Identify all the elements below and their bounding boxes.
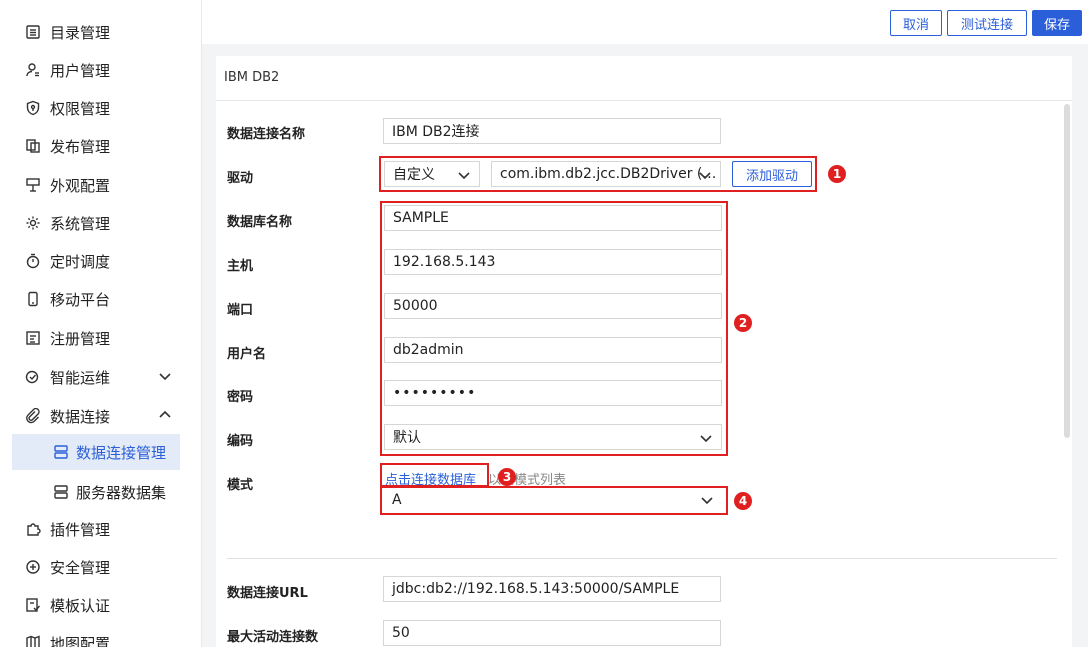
host-label: 主机 [227,259,254,274]
sidebar-item-security[interactable]: 安全管理 [0,549,202,585]
annotation-badge-3: 3 [498,468,516,486]
annotation-badge-4: 4 [734,492,752,510]
save-button[interactable]: 保存 [1032,10,1082,36]
sidebar-item-label: 目录管理 [50,23,111,42]
sidebar-item-label: 安全管理 [50,558,111,577]
database-icon [52,443,70,461]
driver-label: 驱动 [227,171,254,186]
password-label: 密码 [227,390,254,405]
sidebar-item-label: 数据连接 [50,407,111,426]
encoding-label: 编码 [227,434,254,449]
sidebar-item-label: 移动平台 [50,290,111,309]
conn-name-input[interactable]: IBM DB2连接 [383,118,721,144]
sidebar-item-label: 用户管理 [50,61,111,80]
chevron-down-icon [158,369,174,385]
sidebar-item-catalog[interactable]: 目录管理 [0,14,202,50]
copy-icon [24,137,42,155]
sidebar-subitem-server-dataset[interactable]: 服务器数据集 [12,474,180,510]
sidebar-item-map[interactable]: 地图配置 [0,625,202,647]
layout-icon [24,176,42,194]
test-connection-button[interactable]: 测试连接 [947,10,1027,36]
sidebar-subitem-label: 服务器数据集 [76,483,167,502]
annotation-box-1 [379,156,817,192]
sidebar-item-label: 权限管理 [50,99,111,118]
sidebar-subitem-connection-manage[interactable]: 数据连接管理 [12,434,180,470]
sidebar-item-data-connection[interactable]: 数据连接 [0,398,202,434]
annotation-badge-2: 2 [734,314,752,332]
conn-name-label: 数据连接名称 [227,127,306,142]
port-label: 端口 [227,303,254,318]
max-active-input[interactable]: 50 [383,620,721,646]
sidebar-item-ops[interactable]: 智能运维 [0,359,202,395]
sidebar-item-label: 定时调度 [50,252,111,271]
url-input[interactable]: jdbc:db2://192.168.5.143:50000/SAMPLE [383,576,721,602]
url-label: 数据连接URL [227,586,308,601]
sidebar-item-schedule[interactable]: 定时调度 [0,243,202,279]
section-divider [227,558,1057,559]
sidebar-item-template-auth[interactable]: 模板认证 [0,587,202,623]
sidebar-item-label: 智能运维 [50,368,111,387]
sidebar-item-label: 系统管理 [50,214,111,233]
sidebar-item-permissions[interactable]: 权限管理 [0,90,202,126]
db-name-label: 数据库名称 [227,215,293,230]
sidebar-item-appearance[interactable]: 外观配置 [0,167,202,203]
scrollbar[interactable] [1064,104,1070,438]
annotation-badge-1: 1 [828,165,846,183]
main-area: 取消 测试连接 保存 IBM DB2 数据连接名称 IBM DB2连接 驱动 自… [202,0,1088,647]
timer-icon [24,252,42,270]
toolbar: 取消 测试连接 保存 [202,0,1088,44]
sidebar-subitem-label: 数据连接管理 [76,443,167,462]
sidebar-item-plugins[interactable]: 插件管理 [0,511,202,547]
ops-icon [24,368,42,386]
user-icon [24,61,42,79]
link-icon [24,407,42,425]
max-active-label: 最大活动连接数 [227,630,319,645]
annotation-box-2 [380,201,728,456]
annotation-box-4 [380,486,728,515]
username-label: 用户名 [227,347,267,362]
sidebar-item-label: 模板认证 [50,596,111,615]
gear-icon [24,214,42,232]
sidebar-item-mobile[interactable]: 移动平台 [0,281,202,317]
sidebar-item-label: 发布管理 [50,137,111,156]
sidebar-item-publish[interactable]: 发布管理 [0,128,202,164]
template-icon [24,596,42,614]
sidebar-item-label: 插件管理 [50,520,111,539]
divider [216,100,1072,101]
database-icon [52,483,70,501]
sidebar-item-label: 外观配置 [50,176,111,195]
sidebar-item-label: 注册管理 [50,329,111,348]
register-icon [24,329,42,347]
puzzle-icon [24,520,42,538]
sidebar-item-users[interactable]: 用户管理 [0,52,202,88]
annotation-box-3 [380,463,489,487]
shield-icon [24,99,42,117]
mobile-icon [24,290,42,308]
sidebar: 目录管理 用户管理 权限管理 发布管理 外观配置 系统管理 定时调度 移动平台 … [0,0,202,647]
connection-form-panel: IBM DB2 数据连接名称 IBM DB2连接 驱动 自定义 com.ibm.… [216,56,1072,647]
map-icon [24,634,42,647]
list-icon [24,23,42,41]
cancel-button[interactable]: 取消 [890,10,942,36]
panel-title: IBM DB2 [224,70,280,85]
sidebar-item-system[interactable]: 系统管理 [0,205,202,241]
schema-label: 模式 [227,478,254,493]
sidebar-item-label: 地图配置 [50,634,111,647]
sidebar-item-register[interactable]: 注册管理 [0,320,202,356]
security-icon [24,558,42,576]
chevron-up-icon [158,408,174,424]
